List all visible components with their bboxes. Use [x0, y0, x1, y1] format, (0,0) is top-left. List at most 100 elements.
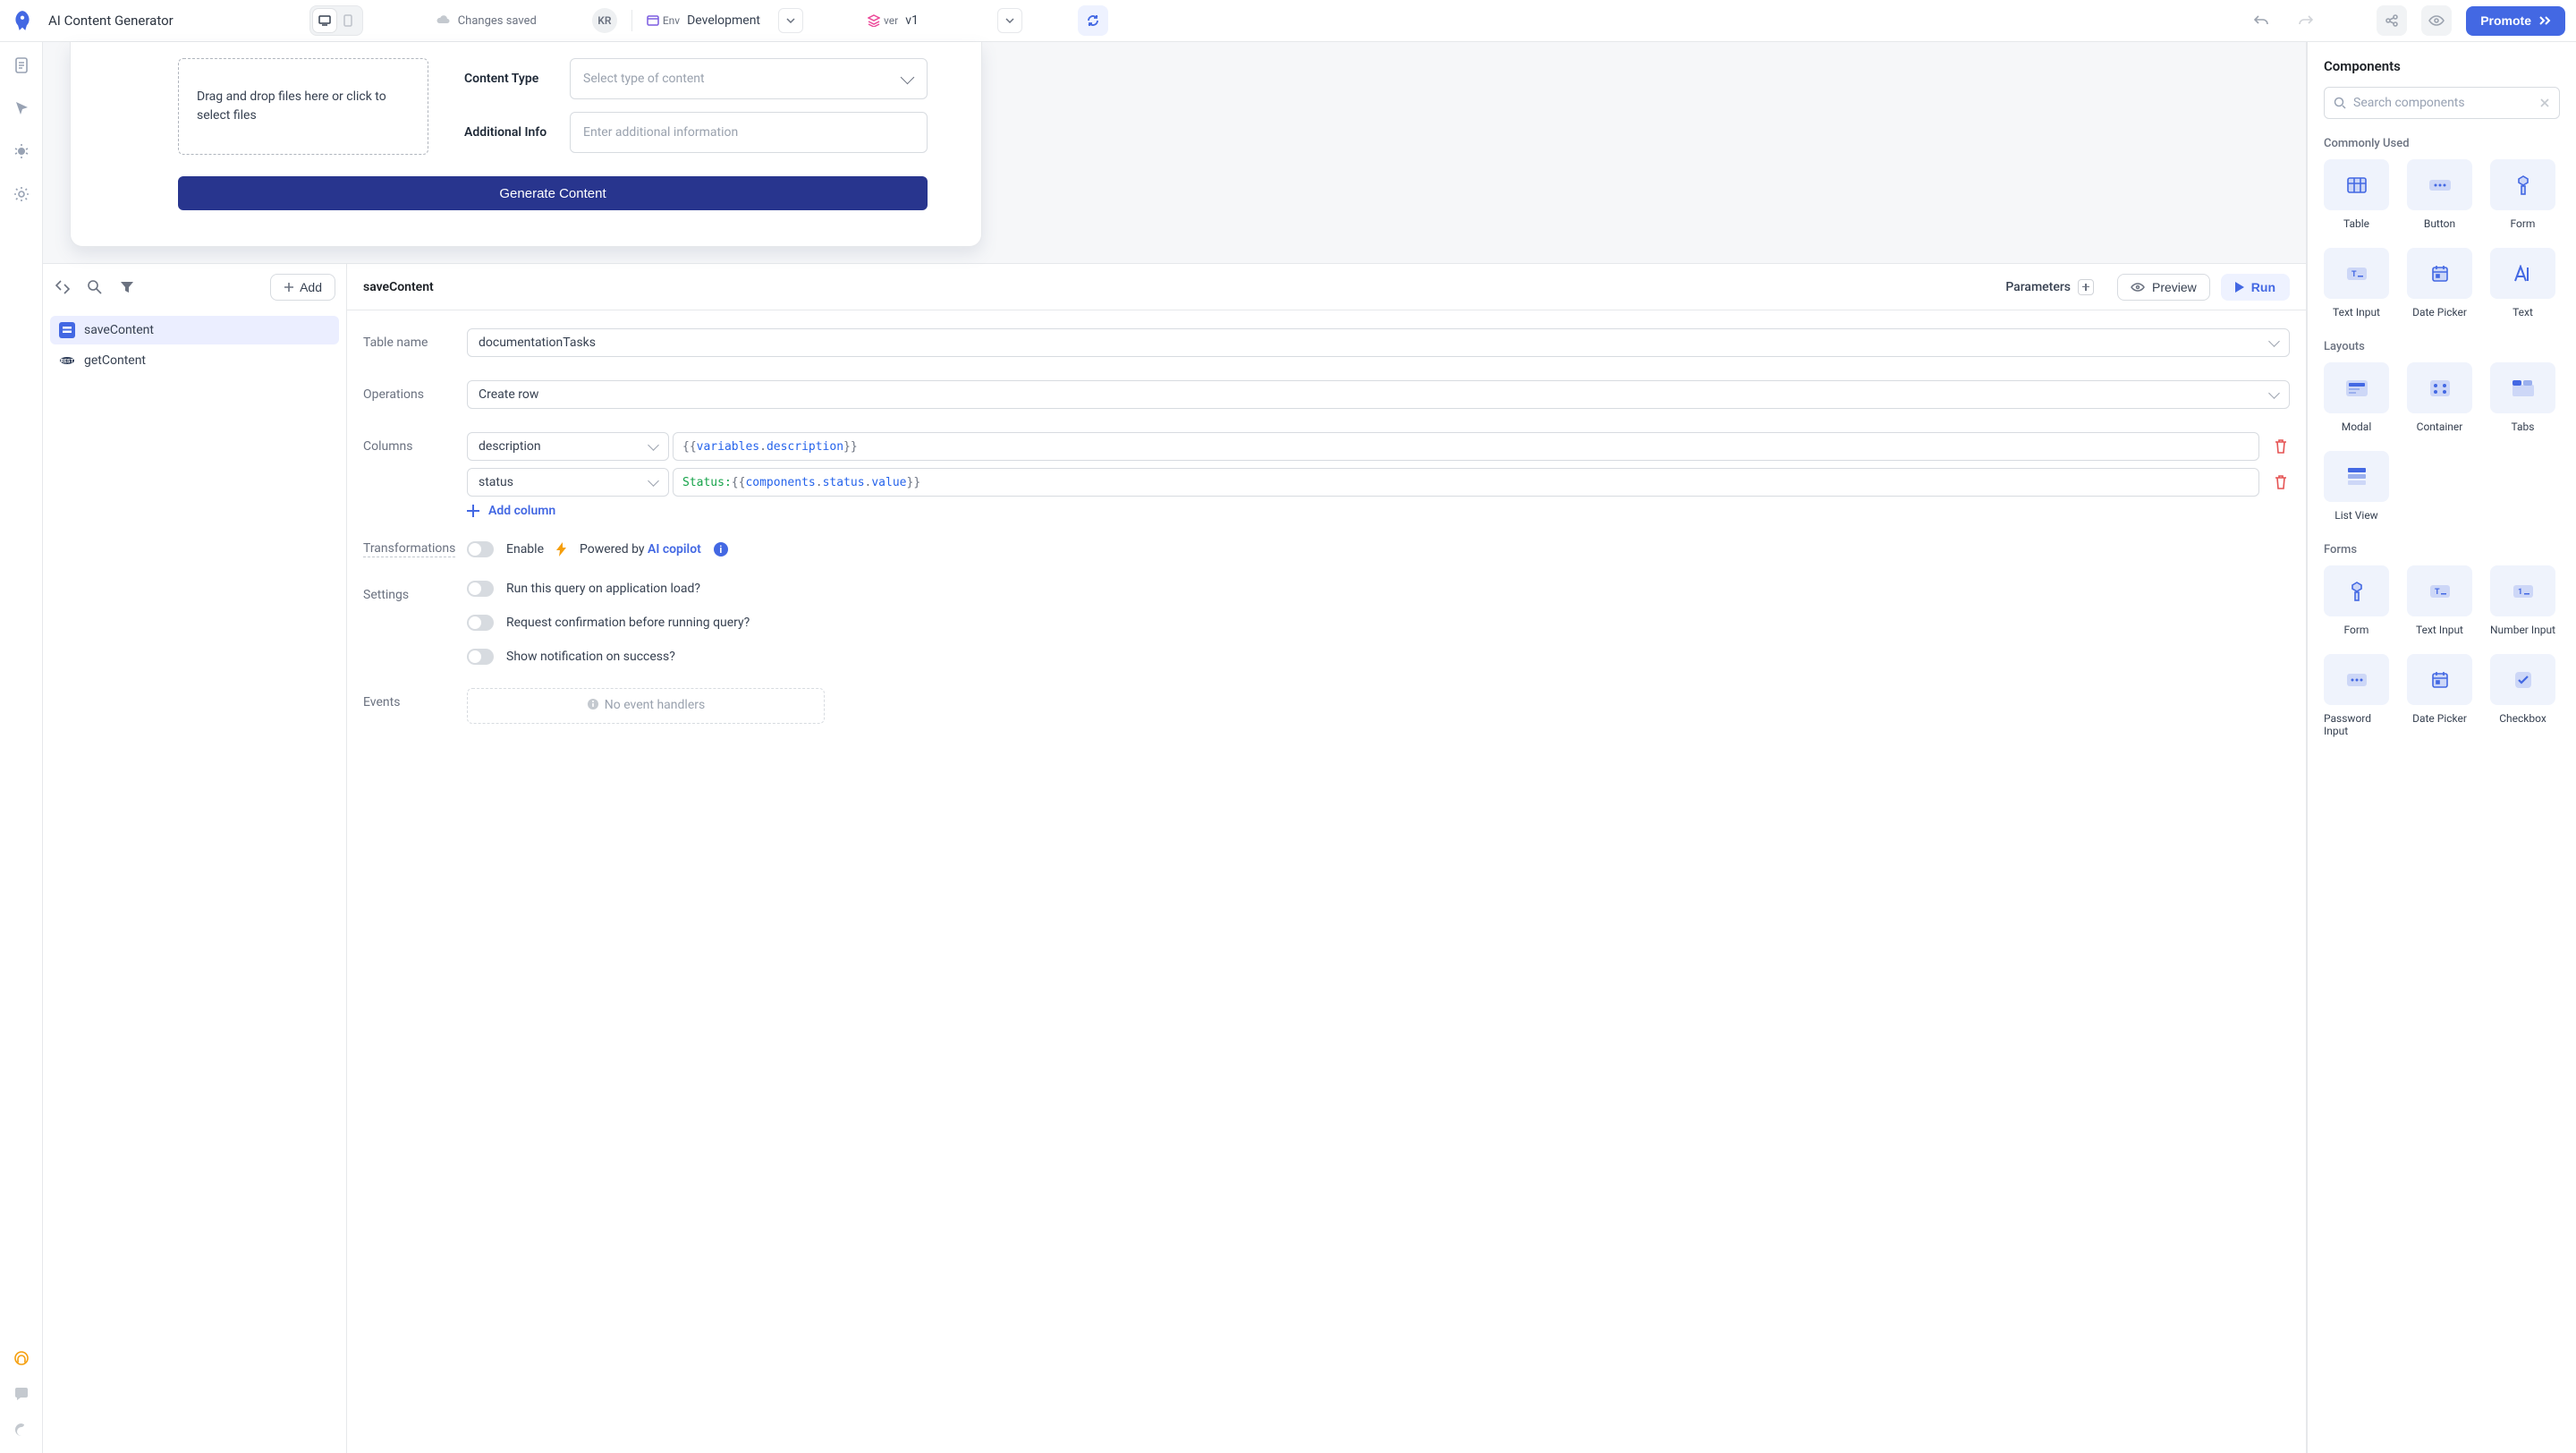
info-icon: [587, 698, 599, 710]
trash-icon[interactable]: [2272, 438, 2290, 455]
redo-button[interactable]: [2291, 5, 2321, 36]
debugger-icon[interactable]: [13, 142, 30, 160]
components-panel: Components Search components Commonly Us…: [2307, 42, 2576, 1453]
query-name[interactable]: saveContent: [363, 280, 434, 294]
collapse-icon[interactable]: [54, 278, 72, 296]
tooljet-db-icon: [59, 322, 75, 338]
table-name-select[interactable]: documentationTasks: [467, 328, 2290, 357]
version-selector[interactable]: ver v1: [868, 8, 1022, 33]
text-input-icon: T: [2407, 565, 2472, 616]
filter-icon[interactable]: [118, 278, 136, 296]
search-icon: [2334, 97, 2346, 109]
chevron-down-icon[interactable]: [778, 8, 803, 33]
columns-label: Columns: [363, 432, 453, 518]
events-label: Events: [363, 688, 453, 724]
ai-copilot-link[interactable]: AI copilot: [648, 542, 701, 557]
search-icon[interactable]: [86, 278, 104, 296]
checkbox-icon: [2490, 654, 2555, 705]
component-text-input[interactable]: T Text Input: [2407, 565, 2472, 636]
component-checkbox[interactable]: Checkbox: [2490, 654, 2555, 737]
column-name-select[interactable]: description: [467, 432, 669, 461]
inspector-icon[interactable]: [13, 99, 30, 117]
theme-icon[interactable]: [13, 1421, 30, 1439]
run-button[interactable]: Run: [2221, 274, 2290, 301]
component-table[interactable]: Table: [2324, 159, 2389, 230]
component-container[interactable]: Container: [2407, 362, 2472, 433]
undo-button[interactable]: [2246, 5, 2276, 36]
component-form[interactable]: Form: [2324, 565, 2389, 636]
form-icon: [2490, 159, 2555, 210]
promote-button[interactable]: Promote: [2466, 6, 2565, 36]
component-modal[interactable]: Modal: [2324, 362, 2389, 433]
component-label: Checkbox: [2499, 712, 2546, 725]
column-name-select[interactable]: status: [467, 468, 669, 497]
mobile-toggle[interactable]: [336, 9, 360, 32]
query-manager: Add saveContent REST getContent: [43, 263, 2306, 1453]
operations-select[interactable]: Create row: [467, 380, 2290, 409]
component-label: Form: [2511, 217, 2536, 230]
trash-icon[interactable]: [2272, 473, 2290, 491]
component-number-input[interactable]: 1Number Input: [2490, 565, 2555, 636]
notify-toggle[interactable]: [467, 649, 494, 665]
query-item-savecontent[interactable]: saveContent: [50, 316, 339, 344]
query-item-getcontent[interactable]: REST getContent: [50, 346, 339, 375]
text-icon: [2490, 248, 2555, 299]
additional-info-input[interactable]: Enter additional information: [570, 112, 928, 153]
avatar[interactable]: KR: [592, 8, 617, 33]
preview-button[interactable]: Preview: [2117, 274, 2210, 301]
table-icon: [2324, 159, 2389, 210]
enable-label: Enable: [506, 542, 544, 557]
left-rail: [0, 42, 43, 1453]
confirm-toggle[interactable]: [467, 615, 494, 631]
file-dropzone[interactable]: Drag and drop files here or click to sel…: [178, 58, 428, 155]
column-value-input[interactable]: {{variables.description}}: [673, 432, 2259, 461]
search-components-input[interactable]: Search components: [2324, 87, 2560, 119]
component-list-view[interactable]: List View: [2324, 451, 2389, 522]
page-icon[interactable]: [13, 56, 30, 74]
save-status: Changes saved: [436, 14, 537, 28]
form-icon: [2324, 565, 2389, 616]
query-editor: saveContent Parameters Preview Run: [347, 264, 2306, 1453]
component-password-input[interactable]: Password Input: [2324, 654, 2389, 737]
transformations-toggle[interactable]: [467, 541, 494, 557]
no-event-handlers[interactable]: No event handlers: [467, 688, 825, 724]
component-form[interactable]: Form: [2490, 159, 2555, 230]
info-icon[interactable]: i: [714, 542, 728, 557]
component-group-title: Commonly Used: [2324, 137, 2560, 150]
run-on-load-toggle[interactable]: [467, 581, 494, 597]
support-icon[interactable]: [13, 1349, 30, 1367]
component-label: Date Picker: [2412, 712, 2467, 725]
clear-icon[interactable]: [2539, 98, 2550, 108]
component-label: Button: [2424, 217, 2455, 230]
column-value-input[interactable]: Status: {{components.status.value}}: [673, 468, 2259, 497]
chevrons-right-icon: [2538, 16, 2551, 25]
runjs-icon: REST: [59, 353, 75, 369]
canvas[interactable]: Drag and drop files here or click to sel…: [43, 42, 2306, 263]
add-parameter-button[interactable]: [2078, 279, 2094, 295]
generate-content-button[interactable]: Generate Content: [178, 176, 928, 210]
component-tabs[interactable]: Tabs: [2490, 362, 2555, 433]
layers-icon: [868, 14, 880, 27]
sync-button[interactable]: [1078, 5, 1108, 36]
comment-icon[interactable]: [13, 1385, 30, 1403]
env-selector[interactable]: Env Development: [647, 8, 803, 33]
settings-icon[interactable]: [13, 185, 30, 203]
component-date-picker[interactable]: Date Picker: [2407, 248, 2472, 319]
component-text[interactable]: Text: [2490, 248, 2555, 319]
app-title[interactable]: AI Content Generator: [48, 13, 174, 29]
desktop-toggle[interactable]: [313, 9, 336, 32]
preview-app-button[interactable]: [2421, 5, 2452, 36]
add-query-button[interactable]: Add: [270, 274, 335, 301]
component-date-picker[interactable]: Date Picker: [2407, 654, 2472, 737]
device-toggle[interactable]: [309, 5, 363, 36]
component-button[interactable]: Button: [2407, 159, 2472, 230]
share-button[interactable]: [2377, 5, 2407, 36]
add-column-button[interactable]: Add column: [467, 504, 2290, 518]
content-type-select[interactable]: Select type of content: [570, 58, 928, 99]
operations-label: Operations: [363, 380, 453, 409]
component-text-input[interactable]: TText Input: [2324, 248, 2389, 319]
chevron-down-icon[interactable]: [997, 8, 1022, 33]
component-label: Text Input: [2416, 624, 2463, 636]
table-name-label: Table name: [363, 328, 453, 357]
component-label: Form: [2344, 624, 2369, 636]
